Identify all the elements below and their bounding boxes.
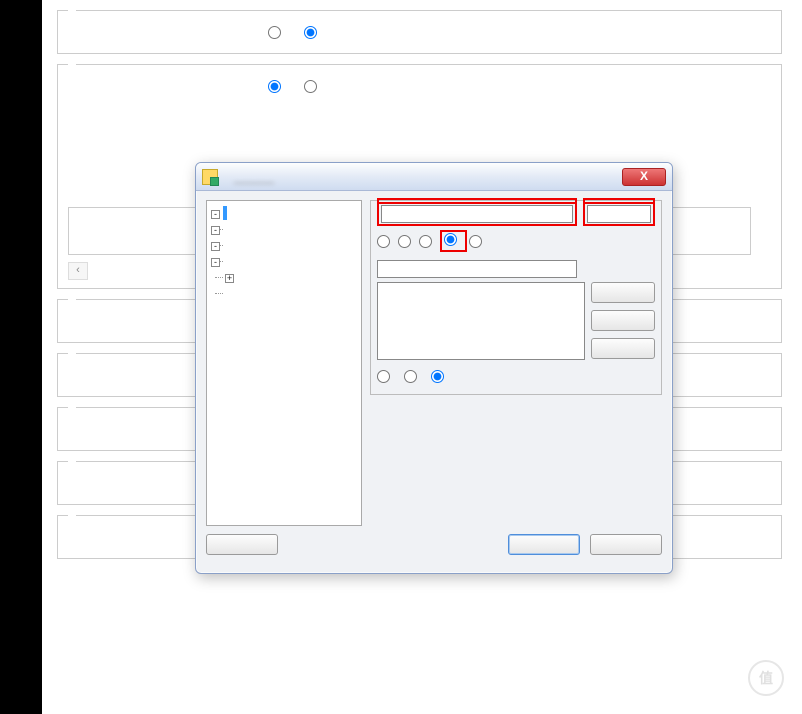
left-margin xyxy=(0,0,42,714)
watermark: 值 xyxy=(748,660,790,696)
sshd-disable-option[interactable] xyxy=(304,80,322,93)
category-tree[interactable]: - - - xyxy=(206,200,362,526)
expand-icon[interactable]: + xyxy=(225,274,234,283)
sessions-list[interactable] xyxy=(377,282,585,360)
conn-ssh-highlight xyxy=(440,230,467,252)
exit-clean-option[interactable] xyxy=(431,370,446,386)
expand-icon[interactable]: - xyxy=(211,242,220,251)
snmp-enable-option[interactable] xyxy=(268,26,286,39)
port-input[interactable] xyxy=(587,205,651,223)
scroll-left-button[interactable]: ‹ xyxy=(68,262,88,280)
putty-config-dialog: ______ X - - - xyxy=(195,162,673,574)
snmp-disable-option[interactable] xyxy=(304,26,322,39)
sshd-enable-option[interactable] xyxy=(268,80,286,93)
putty-title-extra: ______ xyxy=(234,170,274,184)
save-button[interactable] xyxy=(591,310,655,331)
expand-icon[interactable]: - xyxy=(211,258,220,267)
cancel-button[interactable] xyxy=(590,534,662,555)
delete-button[interactable] xyxy=(591,338,655,359)
session-name-input[interactable] xyxy=(377,260,577,278)
about-button[interactable] xyxy=(206,534,278,555)
conn-raw-option[interactable] xyxy=(377,235,392,248)
conn-serial-option[interactable] xyxy=(469,235,484,248)
session-panel xyxy=(370,200,662,526)
port-input-highlight xyxy=(583,202,655,226)
tree-session[interactable] xyxy=(223,206,227,220)
exit-never-option[interactable] xyxy=(404,370,419,386)
watermark-icon: 值 xyxy=(748,660,784,696)
host-input[interactable] xyxy=(381,205,573,223)
putty-icon xyxy=(202,169,218,185)
conn-telnet-option[interactable] xyxy=(398,235,413,248)
host-input-highlight xyxy=(377,202,577,226)
load-button[interactable] xyxy=(591,282,655,303)
conn-ssh-option[interactable] xyxy=(444,233,459,246)
exit-always-option[interactable] xyxy=(377,370,392,386)
snmp-section xyxy=(57,10,782,54)
putty-titlebar[interactable]: ______ X xyxy=(196,163,672,191)
close-button[interactable]: X xyxy=(622,168,666,186)
expand-icon[interactable]: - xyxy=(211,210,220,219)
conn-rlogin-option[interactable] xyxy=(419,235,434,248)
open-button[interactable] xyxy=(508,534,580,555)
expand-icon[interactable]: - xyxy=(211,226,220,235)
